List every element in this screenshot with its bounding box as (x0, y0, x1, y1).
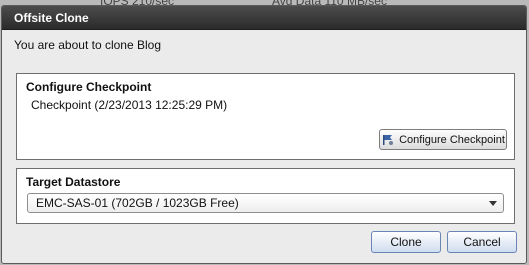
checkpoint-flag-icon (381, 134, 395, 146)
offsite-clone-dialog: Offsite Clone You are about to clone Blo… (1, 5, 527, 264)
chevron-down-icon (489, 201, 497, 206)
clone-button[interactable]: Clone (371, 231, 441, 253)
dialog-title: Offsite Clone (14, 11, 89, 25)
datastore-select[interactable]: EMC-SAS-01 (702GB / 1023GB Free) (27, 193, 504, 213)
cancel-button[interactable]: Cancel (447, 231, 517, 253)
checkpoint-value: Checkpoint (2/23/2013 12:25:29 PM) (31, 98, 228, 112)
configure-checkpoint-label: Configure Checkpoint (399, 133, 505, 146)
datastore-heading: Target Datastore (26, 175, 121, 189)
dialog-titlebar[interactable]: Offsite Clone (2, 6, 526, 30)
checkpoint-panel: Configure Checkpoint Checkpoint (2/23/20… (16, 73, 515, 160)
checkpoint-heading: Configure Checkpoint (26, 80, 152, 94)
datastore-panel: Target Datastore EMC-SAS-01 (702GB / 102… (16, 168, 515, 224)
intro-text: You are about to clone Blog (14, 38, 162, 52)
datastore-selected-value: EMC-SAS-01 (702GB / 1023GB Free) (36, 196, 239, 210)
configure-checkpoint-button[interactable]: Configure Checkpoint (379, 129, 507, 150)
